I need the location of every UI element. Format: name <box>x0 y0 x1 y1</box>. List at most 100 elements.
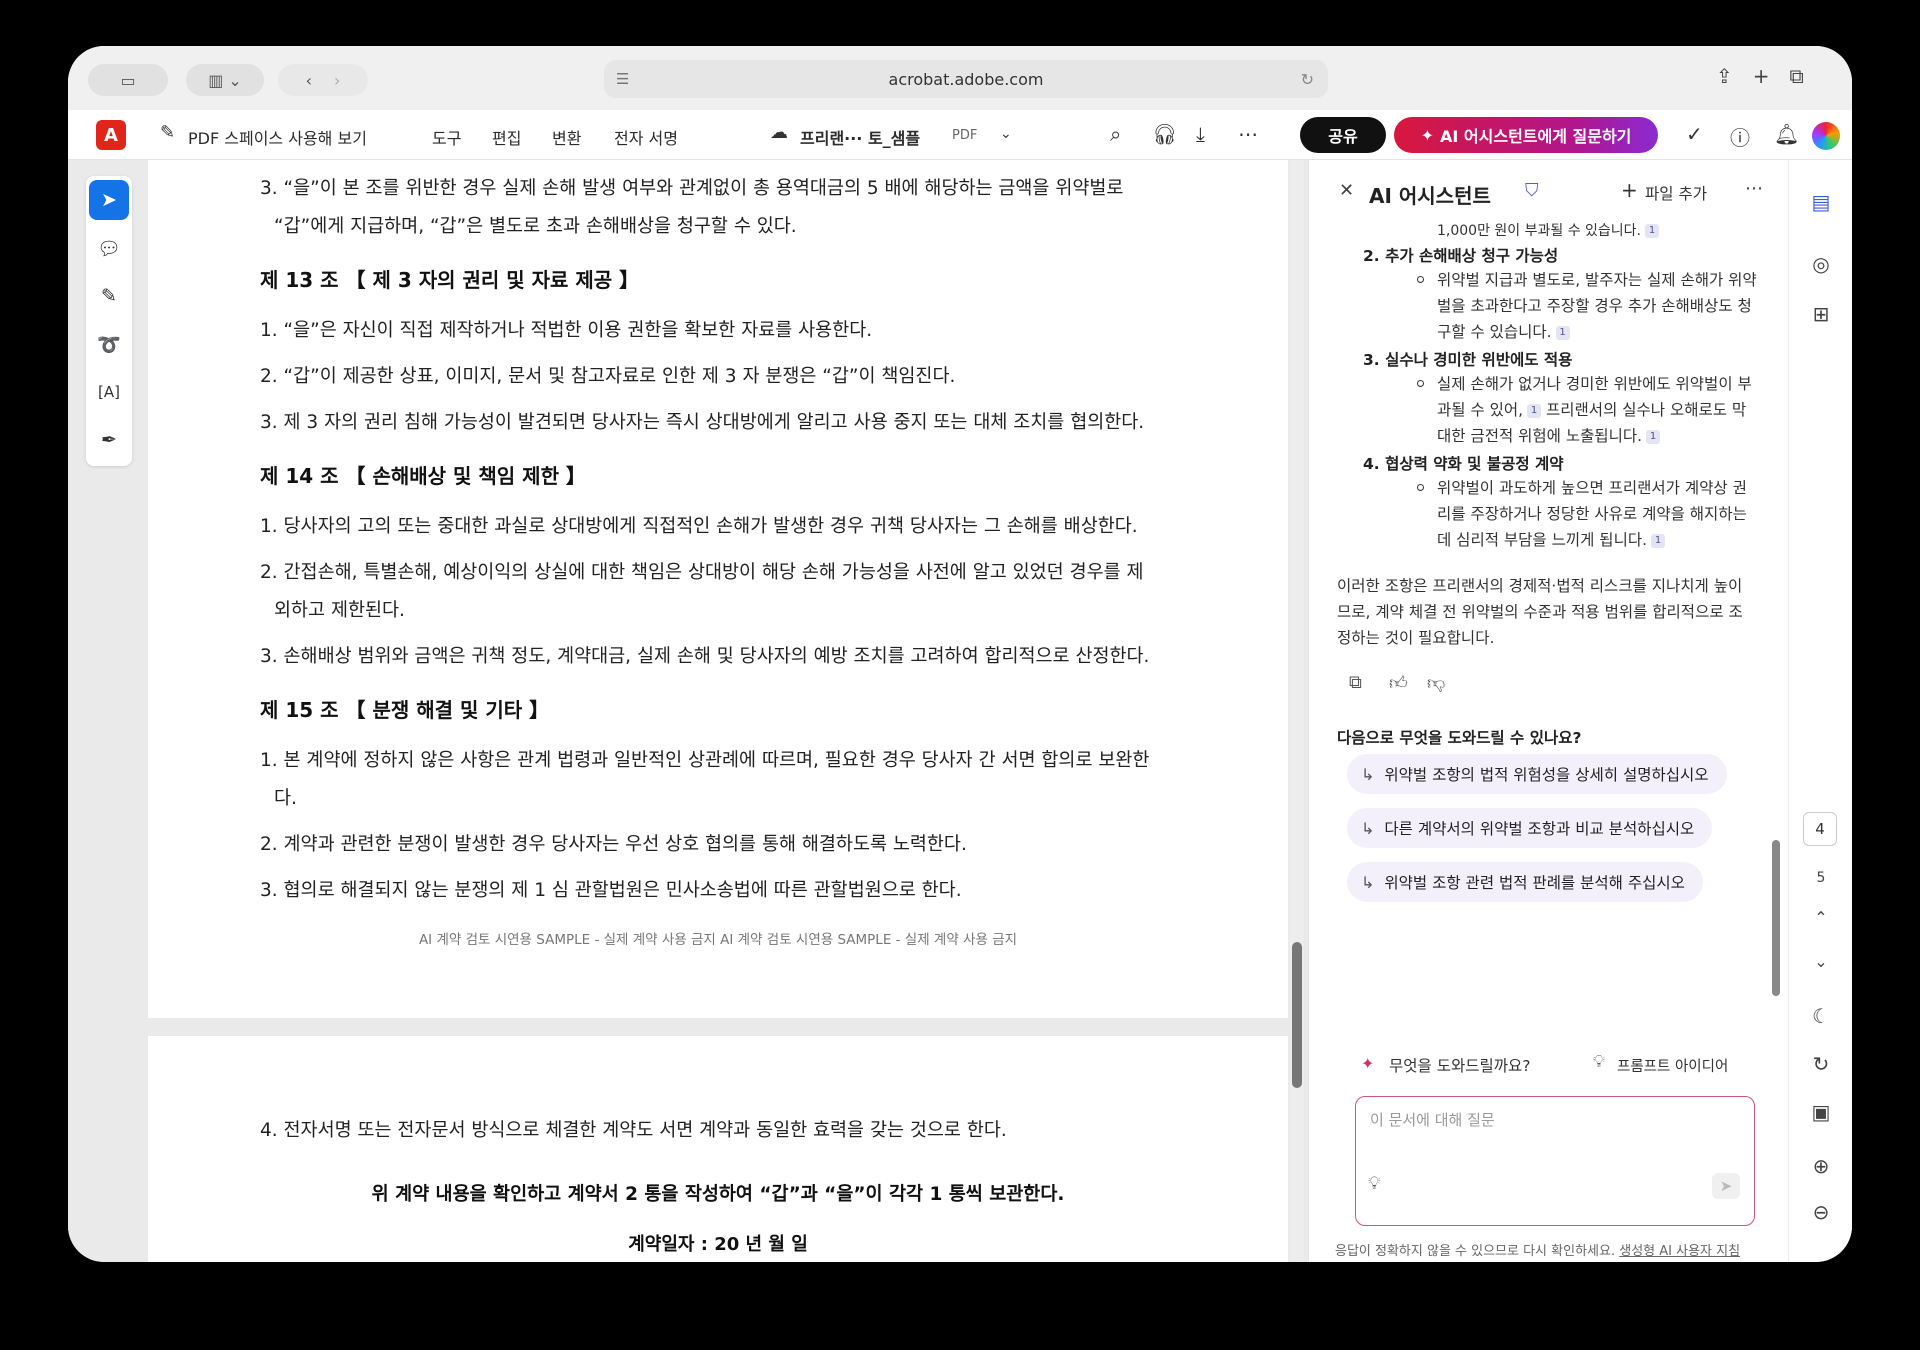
question-input[interactable]: 이 문서에 대해 질문 💡︎ ➤ <box>1355 1096 1755 1226</box>
menu-esign[interactable]: 전자 서명 <box>614 125 678 149</box>
current-page-indicator[interactable]: 4 <box>1803 812 1837 846</box>
comment-tool-icon[interactable]: 💬︎ <box>89 228 129 268</box>
article-14-title: 제 14 조 【 손해배상 및 책임 제한 】 <box>260 464 586 488</box>
download-icon[interactable]: ⤓ <box>1196 122 1205 146</box>
forward-icon[interactable]: › <box>334 71 340 90</box>
document-scrollbar[interactable] <box>1290 160 1304 1262</box>
draw-tool-icon[interactable]: ➰ <box>89 324 129 364</box>
suggestion-label: 위약벌 조항 관련 법적 판례를 분석해 주십시오 <box>1384 874 1685 892</box>
browser-toolbar: ▭ ▥ ⌄ ‹ › ☰ acrobat.adobe.com ↻ ⇪ + ⧉ <box>68 46 1852 110</box>
ai-panel-scrollbar[interactable] <box>1771 240 1781 1040</box>
sparkle-icon: ✦ <box>1361 1054 1375 1073</box>
ai-summary-icon[interactable]: ▤ <box>1789 190 1852 214</box>
disclaimer-text: 응답이 정확하지 않을 수 있으므로 다시 확인하세요. <box>1335 1244 1616 1259</box>
doc-type: PDF <box>952 128 978 143</box>
bullet-icon <box>1417 380 1424 387</box>
help-icon[interactable]: ⓘ <box>1730 122 1750 151</box>
chevron-down-icon[interactable]: ⌄ <box>1789 952 1852 971</box>
suggestion-chip[interactable]: ↳ 위약벌 조항 관련 법적 판례를 분석해 주십시오 <box>1347 862 1703 902</box>
tools-panel: ➤ 💬︎ ✎ ➰ [A] ✒ <box>86 176 132 466</box>
right-rail: ▤ ◎ ⊞ 4 5 ⌃ ⌄ ☾ ↻ ▣ ⊕ ⊖ <box>1788 160 1852 1262</box>
search-icon[interactable]: ⌕ <box>1110 122 1121 146</box>
ai-panel-scroll-thumb[interactable] <box>1772 840 1780 996</box>
more-icon[interactable]: ⋯ <box>1745 178 1763 199</box>
doc-name[interactable]: 프리랜··· 토_샘플 <box>800 125 920 149</box>
doc-line: 3. “을”이 본 조를 위반한 경우 실제 손해 발생 여부와 관계없이 총 … <box>260 178 1124 199</box>
share-button[interactable]: 공유 <box>1300 117 1386 153</box>
ai-text: 데 심리적 부담을 느끼게 됩니다. 1 <box>1437 528 1666 550</box>
document-scroll-thumb[interactable] <box>1292 942 1302 1088</box>
close-icon[interactable]: ✕ <box>1339 180 1354 201</box>
comments-icon[interactable]: ◎ <box>1789 252 1852 276</box>
article-15-title: 제 15 조 【 분쟁 해결 및 기타 】 <box>260 698 550 722</box>
thumbnails-icon[interactable]: ⊞ <box>1789 302 1852 326</box>
menu-tools[interactable]: 도구 <box>432 125 461 149</box>
rotate-icon[interactable]: ↻ <box>1789 1052 1852 1076</box>
pdf-space-icon: ✎ <box>160 122 176 143</box>
suggestion-chip[interactable]: ↳ 위약벌 조항의 법적 위험성을 상세히 설명하십시오 <box>1347 754 1727 794</box>
menu-convert[interactable]: 변환 <box>552 125 581 149</box>
return-arrow-icon: ↳ <box>1361 764 1375 784</box>
plus-icon[interactable]: + <box>1621 178 1638 202</box>
next-page-number: 5 <box>1816 870 1826 886</box>
thumbs-down-icon[interactable]: 👎︎ <box>1427 672 1445 694</box>
ai-guidelines-link[interactable]: 생성형 AI 사용자 지침 <box>1619 1244 1740 1259</box>
suggestion-label: 위약벌 조항의 법적 위험성을 상세히 설명하십시오 <box>1384 766 1709 784</box>
page-menu-icon[interactable]: ☰ <box>616 70 629 88</box>
ai-text: 구할 수 있습니다. 1 <box>1437 320 1570 342</box>
tab-overview-button[interactable]: ▭ <box>88 64 168 96</box>
copy-icon[interactable]: ⧉ <box>1349 672 1362 693</box>
share-icon[interactable]: ⇪ <box>1716 64 1733 88</box>
browser-actions: ⇪ + ⧉ <box>1716 64 1804 88</box>
doc-date-line: 계약일자 : 20 년 월 일 <box>628 1234 808 1255</box>
send-icon[interactable]: ➤ <box>1712 1173 1740 1199</box>
doc-line: 1. 본 계약에 정하지 않은 사항은 관계 법령과 일반적인 상관례에 따르며… <box>260 750 1150 771</box>
more-icon[interactable]: ⋯ <box>1238 122 1258 146</box>
chevron-down-icon[interactable]: ⌄ <box>1000 126 1012 142</box>
avatar[interactable] <box>1812 122 1840 150</box>
bell-icon[interactable]: 🔔︎ <box>1774 122 1799 146</box>
disclaimer: 응답이 정확하지 않을 수 있으므로 다시 확인하세요. 생성형 AI 사용자 … <box>1335 1240 1740 1259</box>
chevron-up-icon[interactable]: ⌃ <box>1789 908 1852 927</box>
ai-summary-line: 정하는 것이 필요합니다. <box>1337 629 1495 647</box>
bullet-icon <box>1417 484 1424 491</box>
ai-text: 위약벌이 과도하게 높으면 프리랜서가 계약상 권 <box>1437 479 1747 497</box>
page-footer: AI 계약 검토 시연용 SAMPLE - 실제 계약 사용 금지 AI 계약 … <box>418 932 1018 948</box>
doc-line: 2. 계약과 관련한 분쟁이 발생한 경우 당사자는 우선 상호 협의를 통해 … <box>260 834 967 855</box>
read-aloud-icon[interactable]: 🎧︎ <box>1152 122 1177 146</box>
zoom-out-icon[interactable]: ⊖ <box>1789 1200 1852 1224</box>
ai-assistant-button-label: AI 어시스턴트에게 질문하기 <box>1440 127 1632 146</box>
highlight-tool-icon[interactable]: ✎ <box>89 276 129 316</box>
ai-assistant-button[interactable]: ✦ AI 어시스턴트에게 질문하기 <box>1394 117 1658 153</box>
ai-text: 과될 수 있어, 1 프리랜서의 실수나 오해로도 막 <box>1437 401 1747 419</box>
lightbulb-icon[interactable]: 💡︎ <box>1593 1052 1605 1072</box>
help-label: 무엇을 도와드릴까요? <box>1389 1057 1531 1075</box>
page-fit-icon[interactable]: ▣ <box>1789 1100 1852 1124</box>
prompt-ideas-button[interactable]: 프롬프트 아이디어 <box>1617 1055 1728 1076</box>
text-tool-icon[interactable]: [A] <box>89 372 129 412</box>
reload-icon[interactable]: ↻ <box>1301 70 1314 89</box>
bullet-icon <box>1417 276 1424 283</box>
theme-icon[interactable]: ☾ <box>1789 1004 1852 1028</box>
new-tab-icon[interactable]: + <box>1753 64 1770 88</box>
ai-input-card: ✦ 무엇을 도와드릴까요? 💡︎ 프롬프트 아이디어 이 문서에 대해 질문 💡… <box>1337 1026 1775 1236</box>
check-icon[interactable]: ✓ <box>1686 122 1703 146</box>
url-bar[interactable]: ☰ acrobat.adobe.com ↻ <box>604 60 1328 98</box>
sidebar-toggle-button[interactable]: ▥ ⌄ <box>186 64 264 96</box>
zoom-in-icon[interactable]: ⊕ <box>1789 1154 1852 1178</box>
pdf-space-link[interactable]: PDF 스페이스 사용해 보기 <box>188 125 367 149</box>
thumbs-up-icon[interactable]: 👍︎ <box>1389 672 1408 694</box>
back-icon[interactable]: ‹ <box>306 71 312 90</box>
lightbulb-icon[interactable]: 💡︎ <box>1368 1173 1381 1194</box>
acrobat-logo-icon[interactable]: A <box>96 120 126 150</box>
doc-line: 다. <box>274 788 297 809</box>
nav-buttons: ‹ › <box>278 64 368 96</box>
tabs-icon[interactable]: ⧉ <box>1790 64 1804 88</box>
add-file-button[interactable]: 파일 추가 <box>1645 182 1707 204</box>
sign-tool-icon[interactable]: ✒ <box>89 420 129 460</box>
select-tool-icon[interactable]: ➤ <box>89 180 129 220</box>
menu-edit[interactable]: 편집 <box>492 125 521 149</box>
suggestion-chip[interactable]: ↳ 다른 계약서의 위약벌 조항과 비교 분석하십시오 <box>1347 808 1713 848</box>
ai-assistant-panel: ✕ AI 어시스턴트 ⛉ + 파일 추가 ⋯ 1,000만 원이 부과될 수 있… <box>1308 160 1788 1262</box>
ai-item-title: 2. 추가 손해배상 청구 가능성 <box>1363 247 1559 265</box>
